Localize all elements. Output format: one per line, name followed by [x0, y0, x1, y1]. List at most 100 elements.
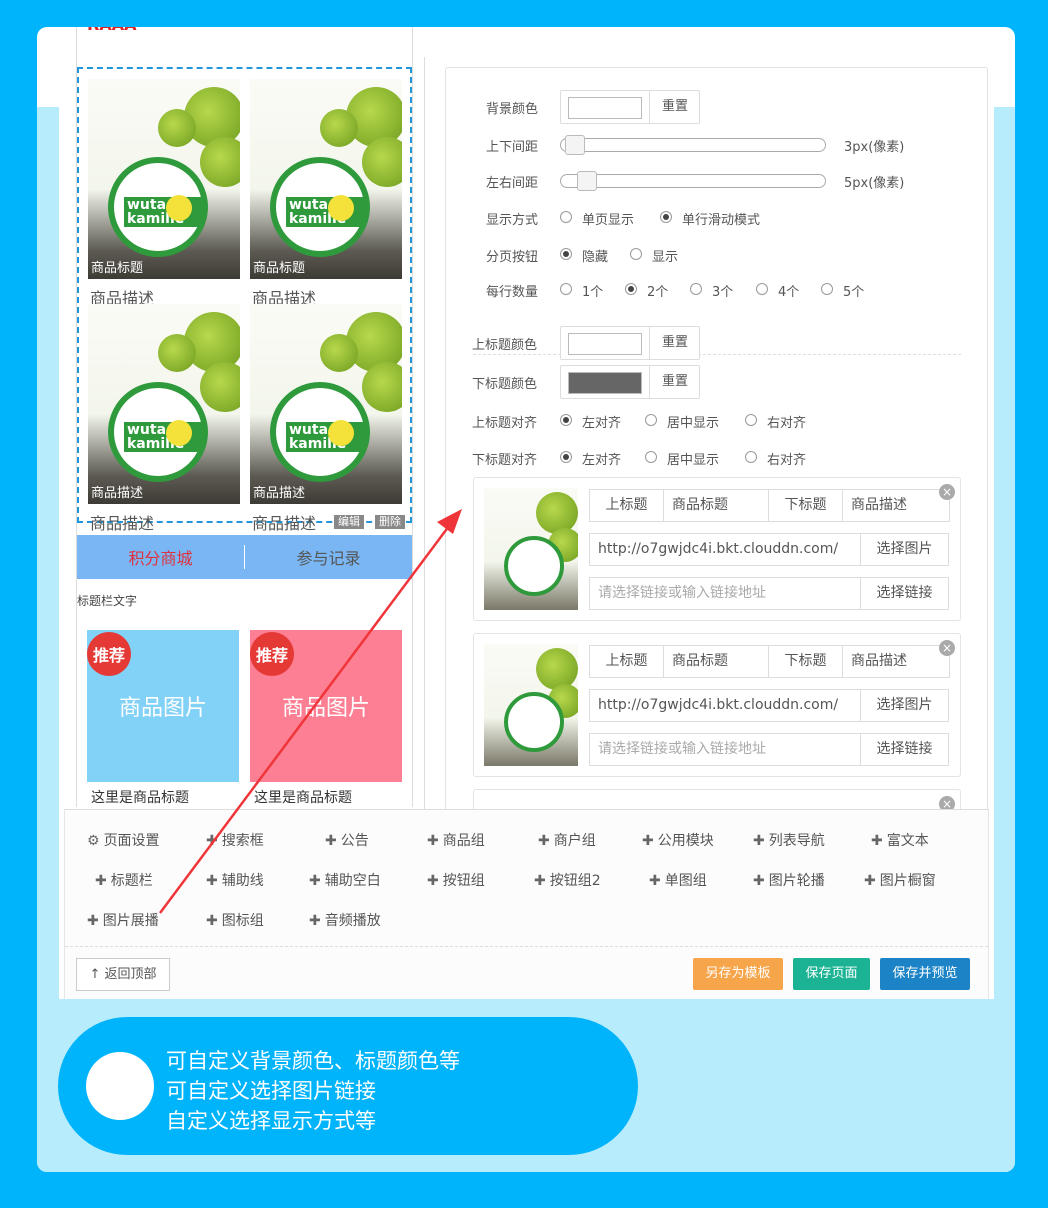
tab-points-mall[interactable]: 积分商城 — [77, 545, 245, 569]
radio-per-row-1[interactable] — [560, 283, 572, 295]
top-title-input[interactable]: 商品标题 — [663, 489, 769, 522]
bottom-title-input[interactable]: 商品描述 — [842, 489, 950, 522]
save-page-button[interactable]: 保存页面 — [793, 958, 870, 990]
vpad-slider[interactable] — [560, 135, 826, 155]
tab-records[interactable]: 参与记录 — [245, 545, 412, 569]
top-title-color-reset-button[interactable]: 重置 — [649, 327, 700, 359]
radio-top-align-center[interactable] — [645, 414, 657, 426]
plus-icon: ✚ — [206, 913, 218, 929]
delete-button[interactable]: 删除 — [375, 515, 405, 529]
edit-button[interactable]: 编辑 — [334, 515, 364, 529]
section-divider — [473, 354, 961, 355]
radio-label: 4个 — [778, 285, 800, 300]
divider — [424, 57, 425, 817]
radio-single-row-slide[interactable] — [660, 211, 672, 223]
plus-icon: ✚ — [309, 913, 321, 929]
item-thumbnail — [484, 488, 578, 610]
tool-list-nav[interactable]: ✚ 列表导航 — [753, 830, 825, 850]
tool-icon-group[interactable]: ✚ 图标组 — [206, 910, 264, 930]
tool-image-window[interactable]: ✚ 图片橱窗 — [864, 870, 936, 890]
radio-per-row-2[interactable] — [625, 283, 637, 295]
select-image-button[interactable]: 选择图片 — [860, 533, 949, 566]
bottom-title-input[interactable]: 商品描述 — [842, 645, 950, 678]
tool-common-module[interactable]: ✚ 公用模块 — [642, 830, 714, 850]
radio-label: 单行滑动模式 — [682, 213, 761, 228]
hpad-slider[interactable] — [560, 171, 826, 191]
radio-per-row-5[interactable] — [821, 283, 833, 295]
radio-per-row-3[interactable] — [690, 283, 702, 295]
radio-label: 居中显示 — [667, 416, 720, 431]
radio-label: 单页显示 — [582, 213, 635, 228]
bottom-title-color-picker[interactable]: 重置 — [560, 365, 700, 399]
top-title-color-swatch[interactable] — [568, 333, 642, 355]
tool-merchant-group[interactable]: ✚ 商户组 — [538, 830, 596, 850]
product-title: 商品标题 — [91, 261, 144, 276]
radio-label: 左对齐 — [582, 416, 622, 431]
promo-title: 这里是商品标题 — [91, 790, 189, 806]
promo-card[interactable]: 推荐 商品图片 — [250, 630, 402, 782]
radio-bottom-align-right[interactable] — [745, 451, 757, 463]
image-url-input[interactable]: http://o7gwjdc4i.bkt.clouddn.com/ — [589, 689, 861, 722]
tool-search-box[interactable]: ✚ 搜索框 — [206, 830, 264, 850]
radio-per-row-4[interactable] — [756, 283, 768, 295]
save-and-preview-button[interactable]: 保存并预览 — [880, 958, 970, 990]
tool-audio-player[interactable]: ✚ 音频播放 — [309, 910, 381, 930]
bg-color-swatch[interactable] — [568, 97, 642, 119]
tool-guide-line[interactable]: ✚ 辅助线 — [206, 870, 264, 890]
bg-color-reset-button[interactable]: 重置 — [649, 91, 700, 123]
close-icon[interactable]: × — [939, 640, 955, 656]
plus-icon: ✚ — [649, 873, 661, 889]
tool-single-image[interactable]: ✚ 单图组 — [649, 870, 707, 890]
bottom-title-color-reset-button[interactable]: 重置 — [649, 366, 700, 398]
link-input[interactable]: 请选择链接或输入链接地址 — [589, 577, 861, 610]
vpad-slider-handle[interactable] — [565, 135, 585, 155]
radio-label: 隐藏 — [582, 250, 609, 265]
tool-image-showcase[interactable]: ✚ 图片展播 — [87, 910, 159, 930]
radio-label: 2个 — [647, 285, 669, 300]
promo-card[interactable]: 推荐 商品图片 — [87, 630, 239, 782]
radio-single-page[interactable] — [560, 211, 572, 223]
close-icon[interactable]: × — [939, 484, 955, 500]
radio-top-align-right[interactable] — [745, 414, 757, 426]
radio-paging-show[interactable] — [630, 248, 642, 260]
select-link-button[interactable]: 选择链接 — [860, 733, 949, 766]
tool-product-group[interactable]: ✚ 商品组 — [427, 830, 485, 850]
tool-button-group[interactable]: ✚ 按钮组 — [427, 870, 485, 890]
tool-page-settings[interactable]: ⚙ 页面设置 — [87, 830, 160, 850]
plus-icon: ✚ — [206, 833, 218, 849]
select-image-button[interactable]: 选择图片 — [860, 689, 949, 722]
radio-label: 右对齐 — [767, 416, 807, 431]
save-as-template-button[interactable]: 另存为模板 — [693, 958, 783, 990]
link-input[interactable]: 请选择链接或输入链接地址 — [589, 733, 861, 766]
tool-title-bar[interactable]: ✚ 标题栏 — [95, 870, 153, 890]
callout-line: 可自定义选择图片链接 — [166, 1079, 376, 1103]
top-title-color-picker[interactable]: 重置 — [560, 326, 700, 360]
hpad-slider-handle[interactable] — [577, 171, 597, 191]
plus-icon: ✚ — [427, 873, 439, 889]
radio-top-align-left[interactable] — [560, 414, 572, 426]
product-grid-selected[interactable]: wuta kamille 商品标题 商品描述 wuta kamille 商品标题… — [77, 67, 412, 533]
tool-button-group-2[interactable]: ✚ 按钮组2 — [534, 870, 601, 890]
tool-blank-space[interactable]: ✚ 辅助空白 — [309, 870, 381, 890]
bg-color-picker[interactable]: 重置 — [560, 90, 700, 124]
tool-rich-text[interactable]: ✚ 富文本 — [871, 830, 929, 850]
image-url-input[interactable]: http://o7gwjdc4i.bkt.clouddn.com/ — [589, 533, 861, 566]
promo-title: 这里是商品标题 — [254, 790, 352, 806]
radio-bottom-align-center[interactable] — [645, 451, 657, 463]
top-title-input[interactable]: 商品标题 — [663, 645, 769, 678]
radio-bottom-align-left[interactable] — [560, 451, 572, 463]
hpad-label: 左右间距 — [486, 176, 539, 191]
select-link-button[interactable]: 选择链接 — [860, 577, 949, 610]
promo-image-text: 商品图片 — [118, 696, 207, 721]
promo-image-text: 商品图片 — [281, 696, 370, 721]
radio-paging-hide[interactable] — [560, 248, 572, 260]
tool-image-carousel[interactable]: ✚ 图片轮播 — [753, 870, 825, 890]
product-title: 商品描述 — [91, 486, 144, 501]
plus-icon: ✚ — [95, 873, 107, 889]
bottom-title-color-swatch[interactable] — [568, 372, 642, 394]
back-to-top-button[interactable]: ↑ 返回顶部 — [76, 958, 170, 991]
tool-notice[interactable]: ✚ 公告 — [325, 830, 369, 850]
component-toolbar: ⚙ 页面设置 ✚ 搜索框 ✚ 公告 ✚ 商品组 ✚ 商户组 ✚ 公用模块 ✚ 列表导航 ✚ 富文… — [64, 809, 989, 999]
plus-icon: ✚ — [206, 873, 218, 889]
bottom-title-label: 下标题 — [768, 489, 843, 522]
